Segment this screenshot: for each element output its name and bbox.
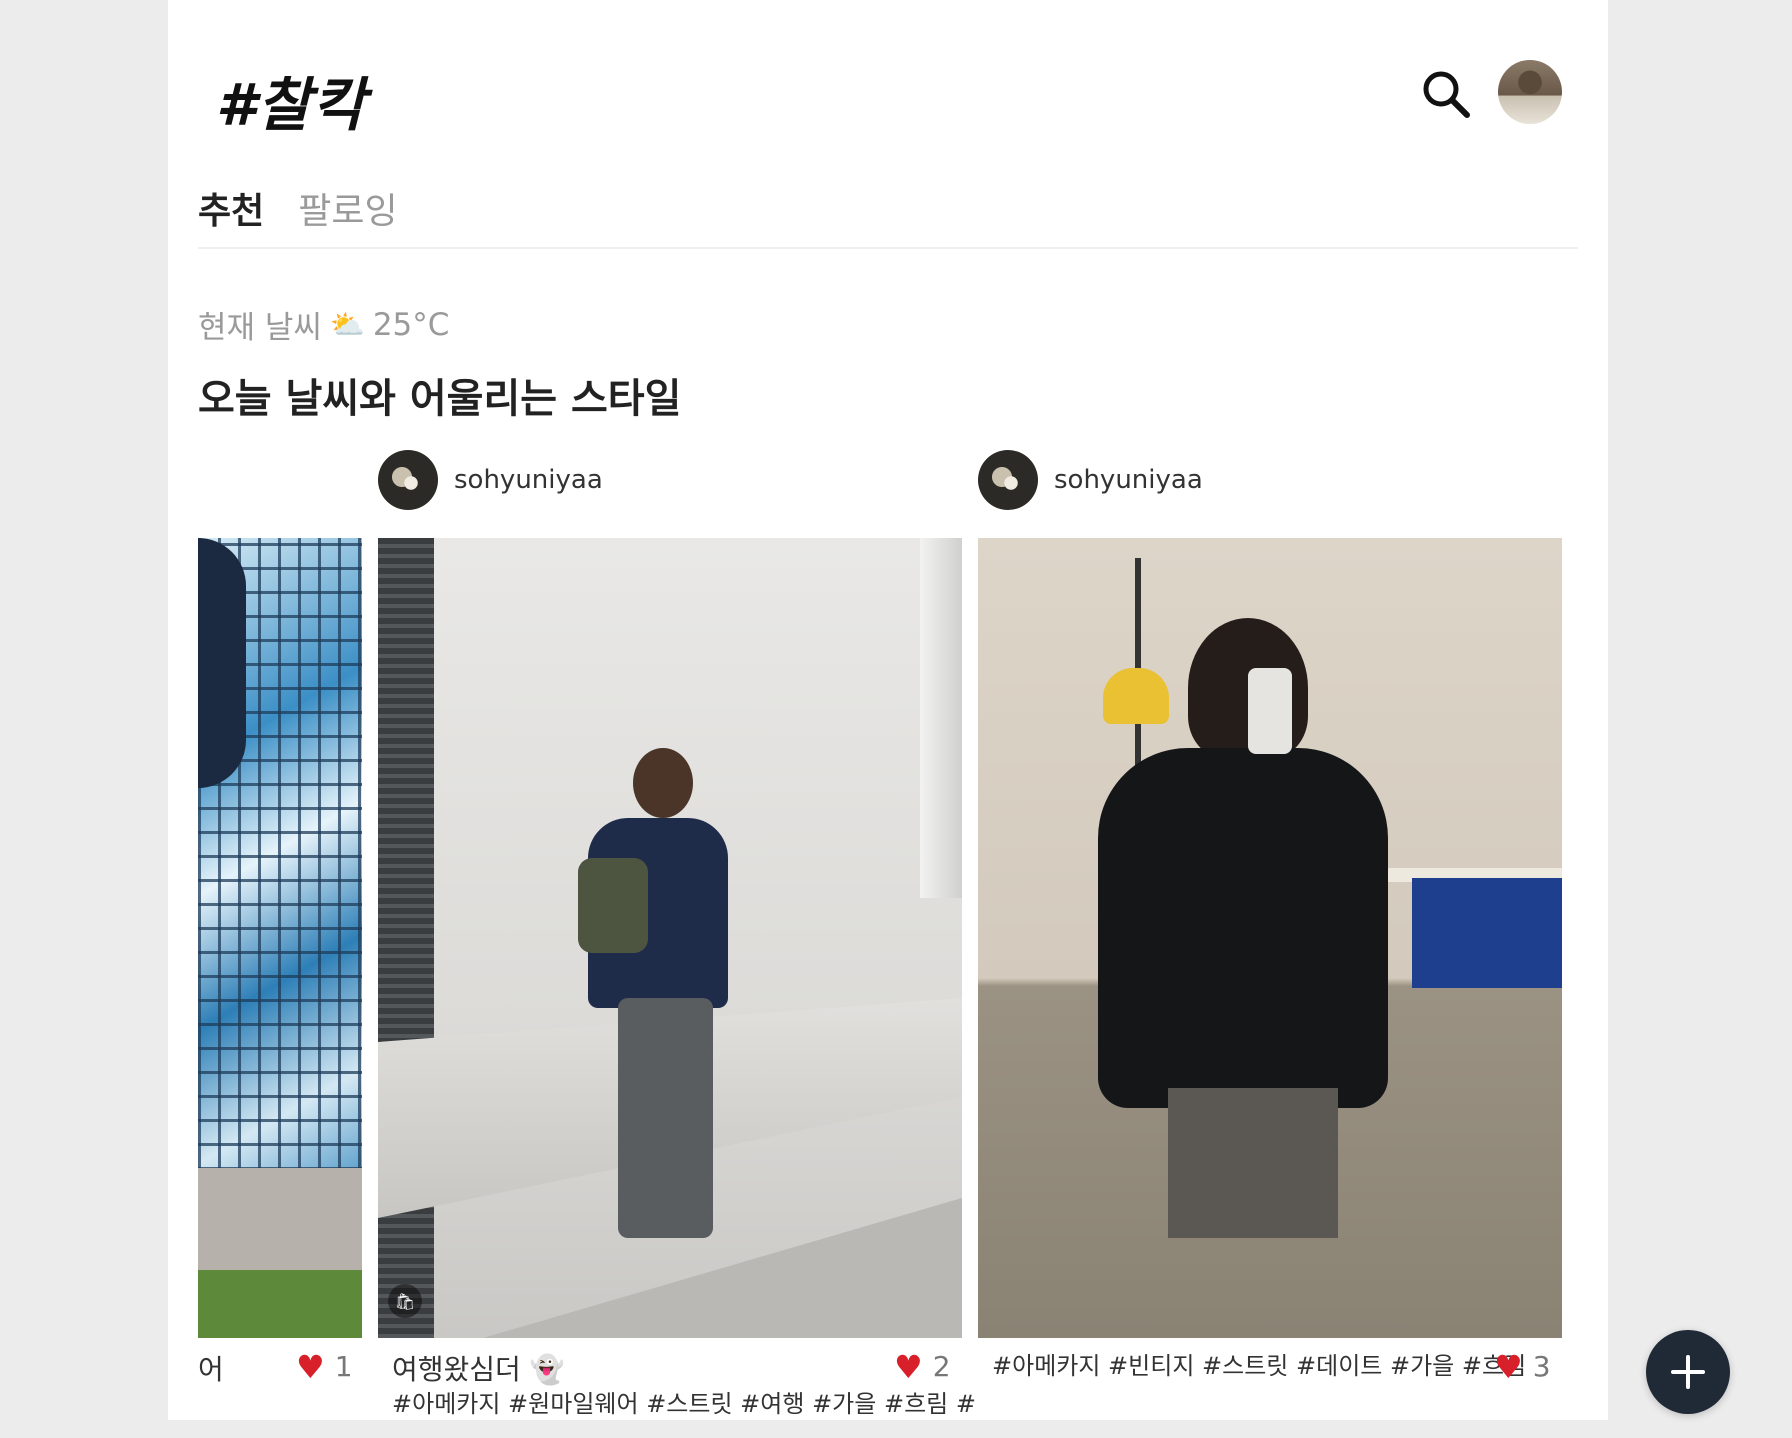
- like-button[interactable]: ♥ 3: [1494, 1350, 1551, 1383]
- username[interactable]: sohyuniyaa: [454, 465, 603, 495]
- weather-temperature: 25°C: [372, 306, 450, 343]
- tab-recommended[interactable]: 추천: [198, 182, 264, 234]
- plus-icon: [1671, 1355, 1705, 1389]
- cloud-sun-icon: ⛅: [329, 308, 365, 341]
- post-image[interactable]: [978, 538, 1562, 1338]
- profile-avatar[interactable]: [1498, 60, 1562, 124]
- post-footer: #아메카지 #빈티지 #스트릿 #데이트 #가을 #흐림 ♥ 3: [978, 1338, 1562, 1388]
- user-avatar[interactable]: [378, 450, 438, 510]
- heart-icon: ♥: [894, 1347, 923, 1386]
- username[interactable]: sohyuniyaa: [1054, 465, 1203, 495]
- post-header[interactable]: sohyuniyaa: [378, 450, 603, 510]
- weather-info: 현재 날씨 ⛅ 25°C: [198, 302, 449, 347]
- post-image[interactable]: 🛍: [378, 538, 962, 1338]
- add-post-button[interactable]: [1646, 1330, 1730, 1414]
- feed-tabs: 추천 팔로잉: [198, 182, 398, 234]
- post-header[interactable]: sohyuniyaa: [978, 450, 1203, 510]
- weather-label: 현재 날씨: [198, 310, 322, 346]
- post-hashtags[interactable]: #아메카지 #원마일웨어 #스트릿 #여행 #가을 #흐림 #: [392, 1384, 976, 1419]
- shopping-bag-icon[interactable]: 🛍: [388, 1284, 422, 1318]
- post-image[interactable]: [198, 538, 362, 1338]
- heart-icon: ♥: [296, 1347, 325, 1386]
- tab-following[interactable]: 팔로잉: [298, 182, 397, 234]
- post-footer: 여행왔심더 👻 #아메카지 #원마일웨어 #스트릿 #여행 #가을 #흐림 # …: [378, 1338, 976, 1418]
- post-caption: 여행왔심더 👻: [392, 1353, 565, 1386]
- like-count: 1: [334, 1350, 353, 1383]
- app-container: #찰칵 추천 팔로잉 현재 날씨 ⛅ 25°C 오늘 날씨와 어울리는 스타일 …: [168, 0, 1608, 1420]
- user-avatar[interactable]: [978, 450, 1038, 510]
- post-caption: 어: [198, 1353, 224, 1386]
- post-footer: 어 ♥ 1: [198, 1338, 362, 1388]
- like-button[interactable]: ♥ 2: [894, 1350, 951, 1383]
- search-icon: [1423, 71, 1470, 118]
- app-logo[interactable]: #찰칵: [216, 58, 366, 142]
- post-hashtags[interactable]: #아메카지 #빈티지 #스트릿 #데이트 #가을 #흐림: [992, 1346, 1526, 1381]
- like-button[interactable]: ♥ 1: [296, 1350, 353, 1383]
- like-count: 2: [932, 1350, 951, 1383]
- section-title: 오늘 날씨와 어울리는 스타일: [198, 376, 682, 422]
- heart-icon: ♥: [1494, 1347, 1523, 1386]
- tab-divider: [198, 247, 1578, 249]
- search-button[interactable]: [1418, 66, 1474, 122]
- like-count: 3: [1532, 1350, 1551, 1383]
